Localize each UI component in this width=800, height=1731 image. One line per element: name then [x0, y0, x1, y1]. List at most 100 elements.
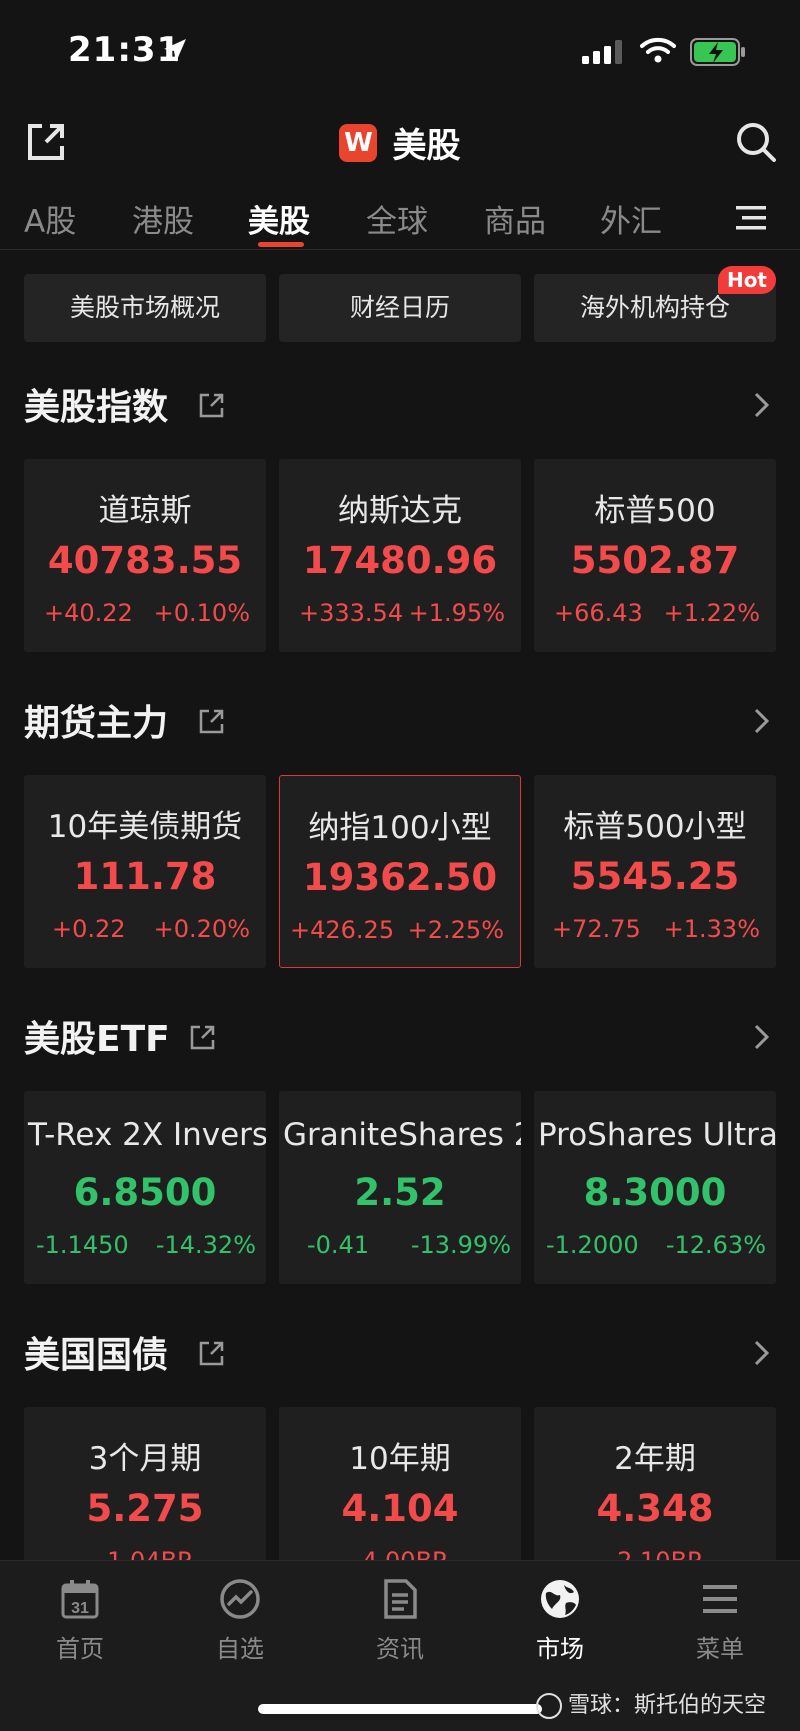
signal-icon	[582, 40, 622, 64]
card-change: -1.2000	[546, 1231, 639, 1259]
card-percent: -13.99%	[410, 1231, 511, 1259]
etf-card-graniteshares[interactable]: GraniteShares 2 2.52 -0.41 -13.99%	[279, 1091, 521, 1284]
section-us-indices[interactable]: 美股指数	[0, 372, 800, 432]
section-futures[interactable]: 期货主力	[0, 688, 800, 748]
index-card-nasdaq[interactable]: 纳斯达克 17480.96 +333.54 +1.95%	[279, 459, 521, 652]
card-price: 2.52	[354, 1171, 446, 1214]
location-arrow-icon	[164, 39, 186, 62]
card-change: +72.75	[552, 915, 641, 943]
nav-header: W 美股	[0, 110, 800, 180]
card-percent: +1.22%	[663, 599, 760, 627]
us-market-overview-button[interactable]: 美股市场概况	[24, 274, 266, 342]
tab-hk-stocks[interactable]: 港股	[132, 196, 194, 241]
futures-card-sp500-mini[interactable]: 标普500小型 5545.25 +72.75 +1.33%	[534, 775, 776, 968]
card-price: 17480.96	[302, 539, 498, 582]
card-name: 纳斯达克	[338, 493, 462, 529]
calendar-icon: 31	[61, 1580, 99, 1619]
card-name: 道琼斯	[98, 493, 192, 529]
card-percent: +1.95%	[408, 599, 505, 627]
section-us-etf[interactable]: 美股ETF	[0, 1004, 800, 1064]
etf-card-proshares[interactable]: ProShares Ultra 8.3000 -1.2000 -12.63%	[534, 1091, 776, 1284]
quick-button-label: 美股市场概况	[69, 293, 220, 322]
nav-label: 首页	[56, 1635, 104, 1663]
etf-card-trex[interactable]: T-Rex 2X Invers 6.8500 -1.1450 -14.32%	[24, 1091, 266, 1284]
nav-home[interactable]: 31 首页	[20, 1577, 140, 1664]
nav-label: 自选	[216, 1635, 264, 1663]
card-change: +0.22	[52, 915, 126, 943]
calendar-date: 31	[71, 1600, 89, 1617]
card-percent: +0.10%	[153, 599, 250, 627]
globe-icon	[541, 1580, 579, 1618]
card-price: 5.275	[86, 1487, 204, 1530]
watermark-text: 雪球：斯托伯的天空	[568, 1693, 767, 1718]
card-change: -0.41	[307, 1231, 370, 1259]
card-price: 8.3000	[583, 1171, 727, 1214]
financial-calendar-button[interactable]: 财经日历	[279, 274, 521, 342]
tab-us-stocks[interactable]: 美股	[248, 196, 310, 241]
wifi-icon	[640, 37, 676, 63]
card-price: 40783.55	[47, 539, 243, 582]
card-price: 6.8500	[73, 1171, 217, 1214]
card-name: 标普500	[594, 493, 716, 529]
market-tabs: A股 港股 美股 全球 商品 外汇	[0, 190, 800, 250]
tab-menu-icon[interactable]	[736, 204, 770, 232]
home-indicator[interactable]	[258, 1704, 542, 1714]
tab-global[interactable]: 全球	[366, 196, 428, 241]
section-us-treasuries[interactable]: 美国国债	[0, 1320, 800, 1380]
card-percent: -14.32%	[155, 1231, 256, 1259]
index-card-sp500[interactable]: 标普500 5502.87 +66.43 +1.22%	[534, 459, 776, 652]
battery-charging-icon	[690, 38, 745, 66]
card-change: +333.54	[299, 599, 404, 627]
tab-a-shares[interactable]: A股	[24, 196, 76, 241]
hot-badge: Hot	[717, 266, 776, 294]
watermark: 雪球：斯托伯的天空	[536, 1687, 766, 1719]
nav-watchlist[interactable]: 自选	[180, 1577, 300, 1664]
nav-market[interactable]: 市场	[500, 1577, 620, 1664]
quick-button-label: 海外机构持仓	[579, 293, 730, 322]
brand-logo: W	[339, 123, 378, 162]
status-bar: 21:31	[0, 0, 800, 100]
trend-icon	[220, 1579, 260, 1619]
index-card-dow[interactable]: 道琼斯 40783.55 +40.22 +0.10%	[24, 459, 266, 652]
menu-icon	[703, 1585, 737, 1613]
card-percent: +1.33%	[663, 915, 760, 943]
tab-forex[interactable]: 外汇	[600, 196, 662, 241]
nav-label: 市场	[536, 1635, 584, 1663]
tab-commodities[interactable]: 商品	[484, 196, 546, 241]
chevron-right-icon[interactable]	[752, 1022, 772, 1052]
section-title: 美国国债	[24, 1335, 169, 1376]
nav-label: 资讯	[376, 1635, 424, 1663]
card-name: 10年期	[349, 1441, 451, 1477]
card-price: 4.104	[341, 1487, 459, 1530]
card-name: T-Rex 2X Invers	[28, 1117, 266, 1153]
futures-card-nasdaq100-mini[interactable]: 纳指100小型 19362.50 +426.25 +2.25%	[279, 775, 521, 968]
card-name: 3个月期	[88, 1441, 202, 1477]
card-price: 5502.87	[570, 539, 740, 582]
card-price: 4.348	[596, 1487, 714, 1530]
nav-news[interactable]: 资讯	[340, 1577, 460, 1664]
card-price: 111.78	[73, 855, 217, 898]
external-link-icon[interactable]	[199, 708, 225, 734]
document-icon	[384, 1579, 417, 1619]
external-link-icon[interactable]	[199, 1340, 225, 1366]
chevron-right-icon[interactable]	[752, 390, 772, 420]
external-link-icon[interactable]	[199, 392, 225, 418]
chevron-right-icon[interactable]	[752, 706, 772, 736]
external-link-icon[interactable]	[190, 1024, 216, 1050]
card-change: +40.22	[44, 599, 133, 627]
section-title: 美股ETF	[24, 1019, 170, 1060]
quick-button-label: 财经日历	[349, 293, 450, 322]
nav-menu[interactable]: 菜单	[660, 1577, 780, 1664]
card-name: 10年美债期货	[47, 809, 243, 845]
overseas-holdings-button[interactable]: 海外机构持仓 Hot	[534, 266, 776, 342]
search-icon[interactable]	[734, 120, 778, 164]
card-name: 2年期	[614, 1441, 696, 1477]
card-name: GraniteShares 2	[283, 1117, 521, 1153]
card-percent: +2.25%	[407, 916, 504, 944]
futures-card-10y-treasury[interactable]: 10年美债期货 111.78 +0.22 +0.20%	[24, 775, 266, 968]
chevron-right-icon[interactable]	[752, 1338, 772, 1368]
section-title: 期货主力	[24, 703, 169, 744]
active-tab-indicator	[258, 242, 304, 247]
card-name: ProShares Ultra	[538, 1117, 776, 1153]
title-group: W 美股	[0, 118, 800, 167]
